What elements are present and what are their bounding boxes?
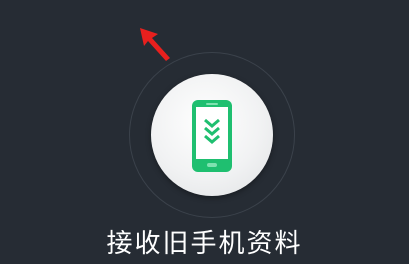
page-caption: 接收旧手机资料	[106, 229, 303, 259]
red-arrow-icon	[140, 28, 170, 61]
receive-old-phone-data-button[interactable]	[151, 74, 273, 196]
phone-download-icon	[192, 100, 232, 172]
